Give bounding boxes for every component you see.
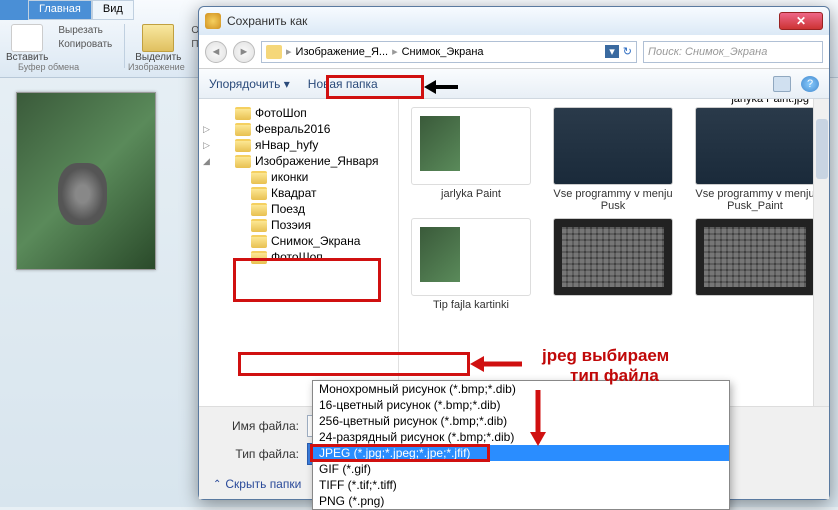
tree-item[interactable]: Позэия — [199, 217, 398, 233]
tree-item[interactable]: иконки — [199, 169, 398, 185]
ribbon-tab-home[interactable]: Главная — [28, 0, 92, 20]
file-thumb — [411, 218, 531, 296]
filename-label: Имя файла: — [213, 419, 299, 433]
tree-item[interactable]: ФотоШоп — [199, 105, 398, 121]
expand-icon[interactable]: ▷ — [203, 124, 213, 135]
file-label: jarlyka Paint.jpg — [731, 99, 809, 105]
chevron-right-icon: ▸ — [286, 45, 292, 58]
filetype-label: Тип файла: — [213, 447, 299, 461]
folder-icon — [235, 107, 251, 120]
dialog-toolbar: Упорядочить ▾ Новая папка ? — [199, 69, 829, 99]
close-button[interactable]: ✕ — [779, 12, 823, 30]
file-thumb — [553, 218, 673, 296]
folder-icon — [251, 251, 267, 264]
dialog-navbar: ◄ ► ▸ Изображение_Я... ▸ Снимок_Экрана ▾… — [199, 35, 829, 69]
select-icon — [142, 24, 174, 52]
expand-icon[interactable]: ▷ — [203, 140, 213, 151]
folder-icon — [266, 45, 282, 59]
organize-button[interactable]: Упорядочить ▾ — [209, 77, 290, 91]
file-item[interactable]: jarlyka Paint — [407, 107, 535, 212]
address-bar[interactable]: ▸ Изображение_Я... ▸ Снимок_Экрана ▾ ↻ — [261, 41, 637, 63]
dropdown-option[interactable]: 256-цветный рисунок (*.bmp;*.dib) — [313, 413, 729, 429]
scrollbar[interactable] — [813, 99, 829, 406]
nav-forward-button[interactable]: ► — [233, 41, 255, 63]
tree-item[interactable]: ◢Изображение_Января — [199, 153, 398, 169]
tree-item[interactable]: ▷Февраль2016 — [199, 121, 398, 137]
dropdown-option[interactable]: 24-разрядный рисунок (*.bmp;*.dib) — [313, 429, 729, 445]
ribbon-group-clipboard: Буфер обмена — [18, 62, 79, 72]
refresh-button[interactable]: ↻ — [623, 45, 632, 58]
file-item[interactable]: Vse programmy v menju Pusk — [549, 107, 677, 212]
folder-tree[interactable]: ФотоШоп ▷Февраль2016 ▷яНвар_hyfy ◢Изобра… — [199, 99, 399, 406]
dialog-titlebar[interactable]: Сохранить как ✕ — [199, 7, 829, 35]
ribbon-tab-view[interactable]: Вид — [92, 0, 134, 20]
view-options-button[interactable] — [773, 76, 791, 92]
dropdown-option[interactable]: TIFF (*.tif;*.tiff) — [313, 477, 729, 493]
file-thumb — [695, 218, 815, 296]
dropdown-option[interactable]: Монохромный рисунок (*.bmp;*.dib) — [313, 381, 729, 397]
select-button[interactable]: Выделить — [135, 24, 181, 63]
folder-icon — [251, 187, 267, 200]
canvas-image[interactable] — [16, 92, 156, 270]
address-dropdown-button[interactable]: ▾ — [605, 45, 619, 58]
file-item[interactable]: Tip fajla kartinki — [407, 218, 535, 311]
file-list[interactable]: jarlyka Paint Vse programmy v menju Pusk… — [399, 99, 829, 406]
clipboard-icon — [11, 24, 43, 52]
chevron-right-icon: ▸ — [392, 45, 398, 58]
help-icon[interactable]: ? — [801, 76, 819, 92]
chevron-up-icon: ⌃ — [213, 479, 221, 490]
folder-icon — [251, 203, 267, 216]
folder-icon — [235, 139, 251, 152]
copy-button[interactable]: Копировать — [56, 38, 114, 51]
expand-icon[interactable]: ◢ — [203, 156, 213, 167]
folder-icon — [251, 219, 267, 232]
file-thumb — [411, 107, 531, 185]
paste-button[interactable]: Вставить — [6, 24, 48, 63]
tree-item[interactable]: Квадрат — [199, 185, 398, 201]
ribbon-group-image: Изображение — [128, 62, 185, 72]
dialog-icon — [205, 13, 221, 29]
file-item[interactable] — [549, 218, 677, 311]
tree-item[interactable]: ФотоШоп — [199, 249, 398, 265]
search-input[interactable]: Поиск: Снимок_Экрана — [643, 41, 823, 63]
dropdown-option[interactable]: GIF (*.gif) — [313, 461, 729, 477]
folder-icon — [235, 123, 251, 136]
new-folder-button[interactable]: Новая папка — [308, 77, 378, 91]
nav-back-button[interactable]: ◄ — [205, 41, 227, 63]
filetype-dropdown-list[interactable]: Монохромный рисунок (*.bmp;*.dib) 16-цве… — [312, 380, 730, 510]
path-segment[interactable]: Изображение_Я... — [296, 46, 389, 58]
file-thumb — [553, 107, 673, 185]
dropdown-option[interactable]: 16-цветный рисунок (*.bmp;*.dib) — [313, 397, 729, 413]
tree-item-selected[interactable]: Снимок_Экрана — [199, 233, 398, 249]
folder-icon — [235, 155, 251, 168]
cut-button[interactable]: Вырезать — [56, 24, 114, 37]
tree-item[interactable]: Поезд — [199, 201, 398, 217]
dropdown-option-selected[interactable]: JPEG (*.jpg;*.jpeg;*.jpe;*.jfif) — [313, 445, 729, 461]
folder-icon — [251, 235, 267, 248]
tree-item[interactable]: ▷яНвар_hyfy — [199, 137, 398, 153]
folder-icon — [251, 171, 267, 184]
file-thumb — [695, 107, 815, 185]
file-item[interactable] — [691, 218, 819, 311]
file-item[interactable]: Vse programmy v menju Pusk_Paint — [691, 107, 819, 212]
path-segment[interactable]: Снимок_Экрана — [402, 46, 484, 58]
dialog-title: Сохранить как — [227, 14, 307, 28]
